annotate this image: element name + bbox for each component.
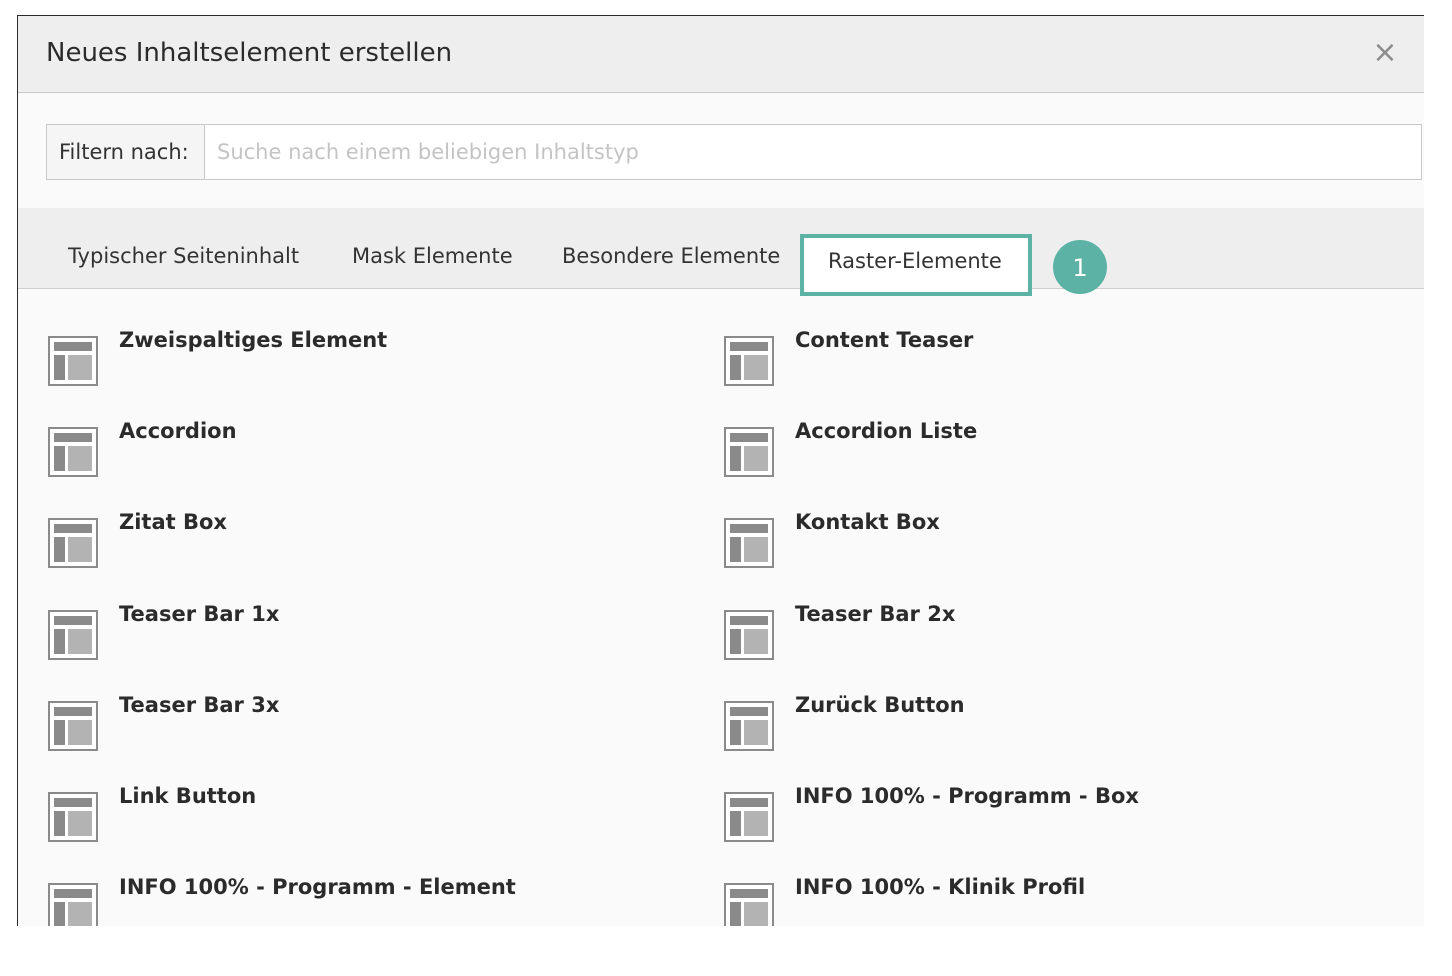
tab-mask-elemente[interactable]: Mask Elemente (352, 244, 513, 268)
filter-label: Filtern nach: (46, 124, 216, 180)
grid-layout-icon (48, 427, 98, 477)
list-item[interactable]: Accordion Liste (724, 413, 1364, 477)
grid-layout-icon (724, 336, 774, 386)
grid-layout-icon (48, 336, 98, 386)
list-item[interactable]: Teaser Bar 2x (724, 596, 1364, 660)
list-item[interactable]: Teaser Bar 3x (48, 687, 688, 751)
grid-layout-icon (724, 883, 774, 926)
grid-layout-icon (724, 792, 774, 842)
item-label: INFO 100% - Programm - Element (119, 875, 516, 899)
list-item[interactable]: INFO 100% - Klinik Profil (724, 869, 1364, 926)
item-label: Zurück Button (795, 693, 965, 717)
grid-layout-icon (48, 610, 98, 660)
list-item[interactable]: Accordion (48, 413, 688, 477)
list-item[interactable]: Zurück Button (724, 687, 1364, 751)
grid-layout-icon (724, 518, 774, 568)
search-input[interactable] (204, 124, 1422, 180)
list-item[interactable]: Zitat Box (48, 504, 688, 568)
list-item[interactable]: Link Button (48, 778, 688, 842)
item-label: Teaser Bar 1x (119, 602, 280, 626)
grid-layout-icon (48, 701, 98, 751)
tab-typischer-seiteninhalt[interactable]: Typischer Seiteninhalt (68, 244, 299, 268)
grid-layout-icon (724, 427, 774, 477)
grid-layout-icon (724, 610, 774, 660)
tab-besondere-elemente[interactable]: Besondere Elemente (562, 244, 780, 268)
item-label: Zitat Box (119, 510, 227, 534)
item-label: Content Teaser (795, 328, 974, 352)
item-label: Link Button (119, 784, 257, 808)
annotation-badge: 1 (1053, 240, 1107, 294)
grid-layout-icon (48, 883, 98, 926)
list-item[interactable]: Content Teaser (724, 322, 1364, 386)
list-item[interactable]: INFO 100% - Programm - Element (48, 869, 688, 926)
content-element-list: Zweispaltiges Element Accordion Zitat Bo… (18, 306, 1424, 926)
modal-title: Neues Inhaltselement erstellen (46, 38, 453, 68)
tab-raster-elemente[interactable]: Raster-Elemente (800, 234, 1032, 296)
modal-header: Neues Inhaltselement erstellen × (18, 16, 1424, 93)
list-item[interactable]: Zweispaltiges Element (48, 322, 688, 386)
item-label: Accordion Liste (795, 419, 978, 443)
tab-raster-elemente-label: Raster-Elemente (828, 249, 1002, 273)
item-label: INFO 100% - Programm - Box (795, 784, 1139, 808)
item-label: INFO 100% - Klinik Profil (795, 875, 1086, 899)
list-item[interactable]: INFO 100% - Programm - Box (724, 778, 1364, 842)
new-content-element-modal: Neues Inhaltselement erstellen × Filtern… (17, 15, 1424, 926)
item-label: Kontakt Box (795, 510, 940, 534)
tab-bar: Typischer Seiteninhalt Mask Elemente Bes… (18, 208, 1424, 296)
list-item[interactable]: Teaser Bar 1x (48, 596, 688, 660)
item-label: Teaser Bar 3x (119, 693, 280, 717)
grid-layout-icon (48, 792, 98, 842)
item-label: Accordion (119, 419, 237, 443)
close-button[interactable]: × (1370, 38, 1400, 68)
grid-layout-icon (48, 518, 98, 568)
close-icon: × (1372, 35, 1398, 70)
item-label: Teaser Bar 2x (795, 602, 956, 626)
list-item[interactable]: Kontakt Box (724, 504, 1364, 568)
item-label: Zweispaltiges Element (119, 328, 388, 352)
filter-row: Filtern nach: (46, 124, 1422, 180)
grid-layout-icon (724, 701, 774, 751)
